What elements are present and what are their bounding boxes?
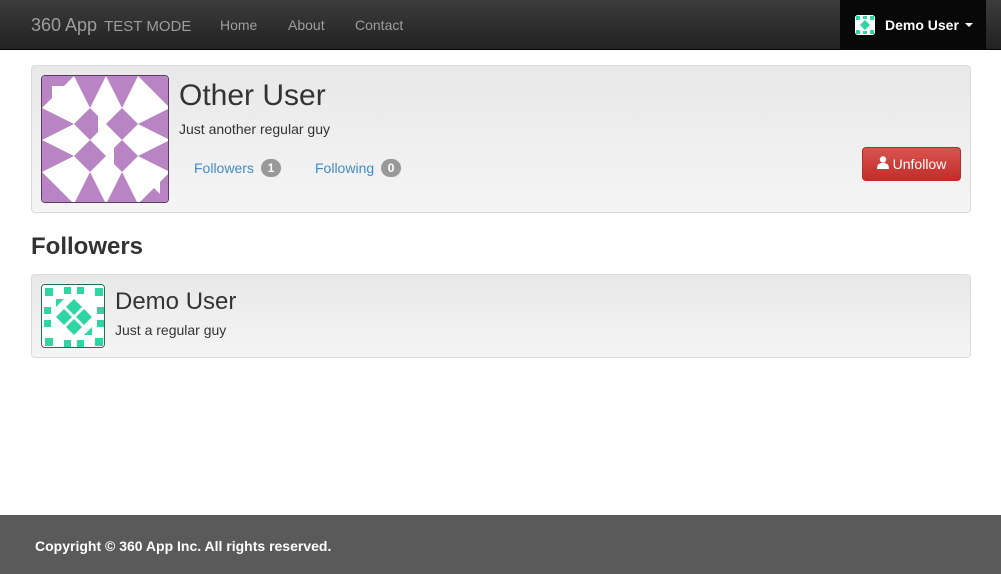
footer-copyright: Copyright © 360 App Inc. All rights rese…: [35, 538, 332, 554]
user-menu-dropdown[interactable]: Demo User: [840, 0, 986, 50]
profile-card: Other User Just another regular guy Foll…: [31, 65, 971, 213]
profile-avatar: [41, 75, 169, 203]
nav-about-link[interactable]: About: [288, 16, 325, 34]
following-link[interactable]: Following 0: [315, 159, 402, 177]
brand-link[interactable]: 360 App TEST MODE: [31, 13, 191, 39]
user-avatar: [855, 15, 875, 35]
followers-label: Followers: [194, 160, 254, 176]
user-menu-label: Demo User: [885, 17, 959, 33]
following-label: Following: [315, 160, 375, 176]
caret-down-icon: [964, 23, 973, 27]
brand-name: 360 App: [31, 15, 98, 35]
followers-count-badge: 1: [260, 159, 281, 177]
profile-name: Other User: [179, 79, 326, 112]
following-count-badge: 0: [381, 159, 402, 177]
test-mode-label: TEST MODE: [104, 18, 192, 35]
followers-section-title: Followers: [31, 233, 144, 260]
navbar: 360 App TEST MODE Home About Contact Dem…: [0, 0, 1001, 50]
footer: Copyright © 360 App Inc. All rights rese…: [0, 515, 1001, 574]
nav-contact-link[interactable]: Contact: [355, 16, 403, 34]
nav-home-link[interactable]: Home: [220, 16, 257, 34]
unfollow-button[interactable]: Unfollow: [862, 147, 961, 181]
user-icon: [876, 156, 889, 172]
followers-link[interactable]: Followers 1: [194, 159, 281, 177]
unfollow-label: Unfollow: [892, 156, 947, 172]
follower-card: Demo User Just a regular guy: [31, 274, 971, 358]
follower-bio: Just a regular guy: [115, 322, 227, 338]
follower-avatar[interactable]: [41, 284, 105, 348]
follower-name[interactable]: Demo User: [115, 288, 236, 316]
profile-bio: Just another regular guy: [179, 121, 330, 137]
